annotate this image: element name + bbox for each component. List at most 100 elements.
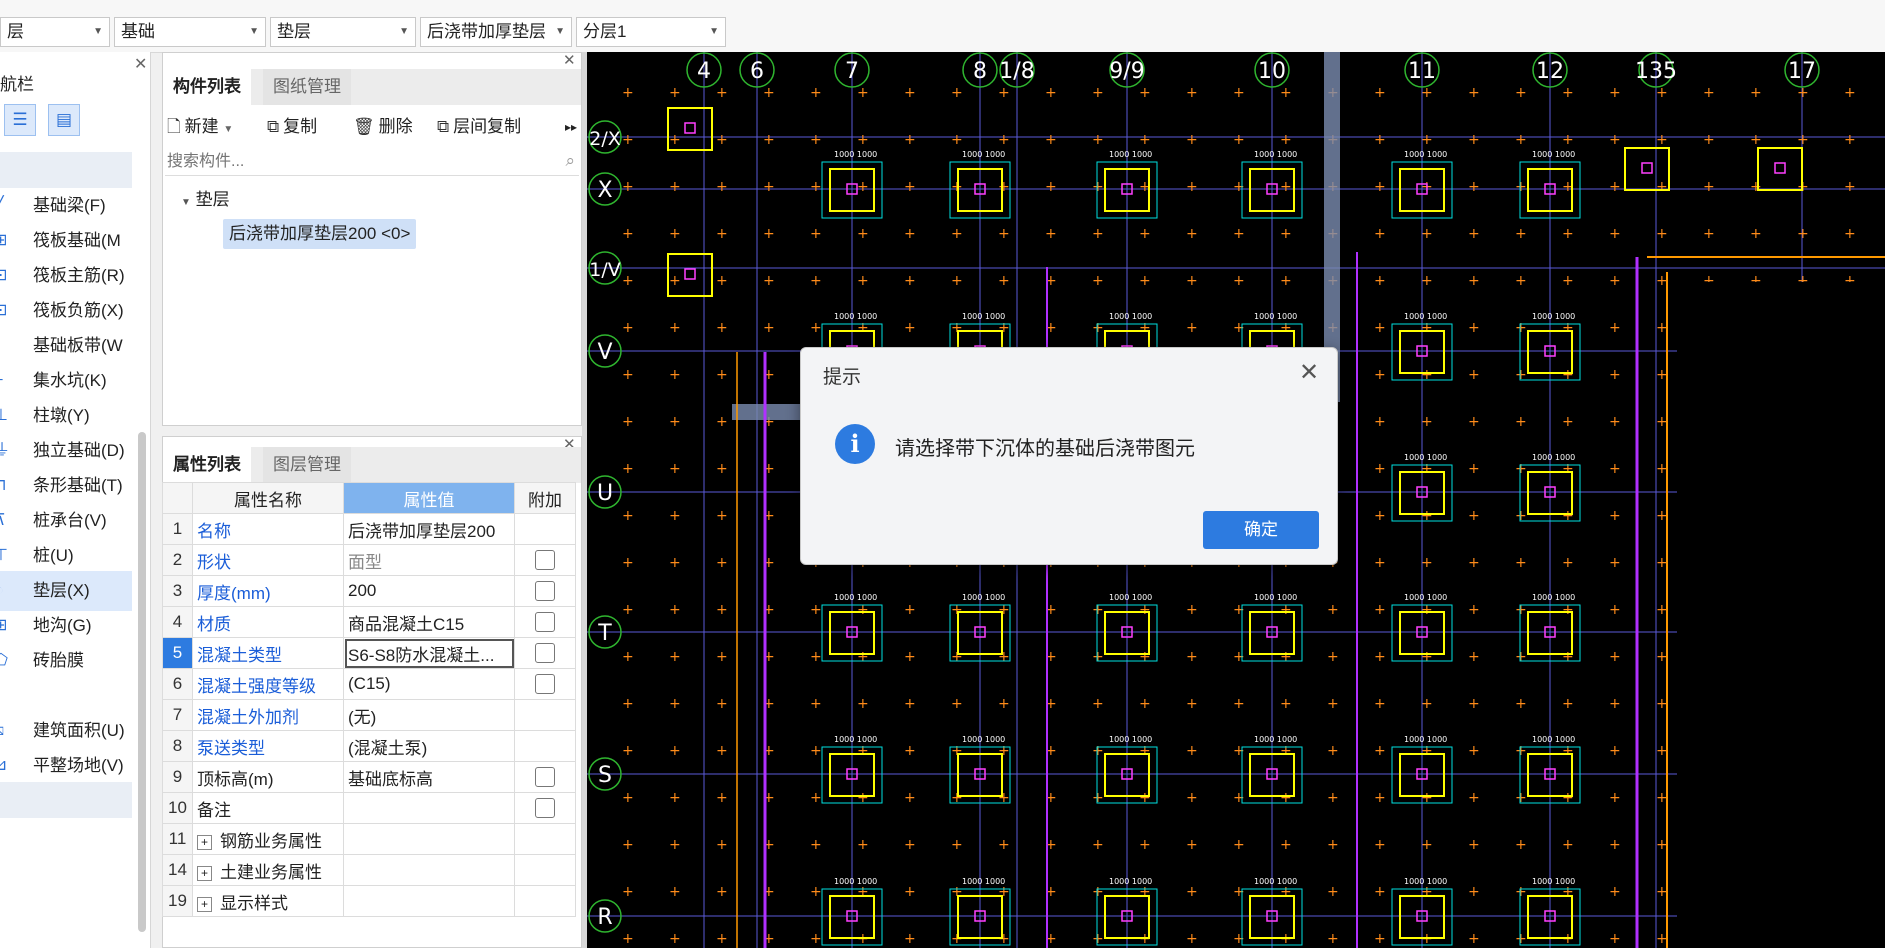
sidebar-item-raft-main-rebar[interactable]: ⊡ 筏板主筋(R) xyxy=(0,256,132,296)
table-row-selected[interactable]: 5 混凝土类型 S6-S8防水混凝土... xyxy=(162,637,576,669)
sidebar-item-trench[interactable]: ⊞ 地沟(G) xyxy=(0,606,132,646)
additional-checkbox[interactable] xyxy=(535,767,555,788)
tab-property-list[interactable]: 属性列表 xyxy=(163,447,251,483)
pile-marker: + xyxy=(1656,931,1668,947)
sidebar-item-building-area[interactable]: ⧅ 建筑面积(U) xyxy=(0,711,132,751)
property-group[interactable]: + 土建业务属性 xyxy=(192,854,344,886)
sidebar-item-isolated-foundation[interactable]: ⏚ 独立基础(D) xyxy=(0,431,132,471)
nav-group-foundation[interactable] xyxy=(0,152,132,188)
sidebar-item-cushion[interactable]: ◐ 垫层(X) xyxy=(0,571,132,611)
tab-drawing-management[interactable]: 图纸管理 xyxy=(263,69,351,105)
copy-button[interactable]: ⧉ 复制 xyxy=(267,107,317,147)
property-value[interactable]: 200 xyxy=(343,575,515,607)
sublayer-dropdown[interactable]: 分层1 ▼ xyxy=(576,17,726,47)
property-value[interactable]: 面型 xyxy=(343,544,515,576)
property-value[interactable]: (无) xyxy=(343,699,515,731)
component-dropdown-value: 后浇带加厚垫层 xyxy=(427,22,546,41)
pile-marker: + xyxy=(1797,132,1809,148)
property-value[interactable]: (混凝土泵) xyxy=(343,730,515,762)
expand-plus-icon[interactable]: + xyxy=(197,865,212,881)
table-row[interactable]: 19 + 显示样式 xyxy=(162,885,576,917)
pile-marker: + xyxy=(1421,602,1433,618)
category-dropdown[interactable]: 基础 ▼ xyxy=(114,17,266,47)
sidebar-item-strip-foundation[interactable]: ⊓ 条形基础(T) xyxy=(0,466,132,506)
sidebar-item-brick-mold[interactable]: ⬠ 砖胎膜 xyxy=(0,641,132,681)
property-value[interactable] xyxy=(343,792,515,824)
sidebar-item-site-leveling[interactable]: ⊿ 平整场地(V) xyxy=(0,746,132,786)
copy-between-floors-button[interactable]: ⧉ 层间复制 xyxy=(437,107,521,147)
sidebar-item-pile[interactable]: ⊤ 桩(U) xyxy=(0,536,132,576)
tree-group-cushion[interactable]: ▼ 垫层 xyxy=(181,185,230,210)
tab-component-list[interactable]: 构件列表 xyxy=(163,69,251,105)
nav-scrollbar[interactable] xyxy=(138,432,146,932)
table-row[interactable]: 10 备注 xyxy=(162,792,576,824)
property-value xyxy=(343,823,515,855)
nav-group-other[interactable] xyxy=(0,782,132,818)
table-row[interactable]: 14 + 土建业务属性 xyxy=(162,854,576,886)
additional-checkbox[interactable] xyxy=(535,798,555,819)
pile-marker: + xyxy=(1468,743,1480,759)
property-value[interactable]: (C15) xyxy=(343,668,515,700)
additional-checkbox[interactable] xyxy=(535,550,555,571)
detail-view-icon[interactable]: ▤ xyxy=(48,104,80,136)
sidebar-item-foundation-strip[interactable]: ⫿ 基础板带(W xyxy=(0,326,132,366)
pile-marker: + xyxy=(1609,837,1621,853)
property-value[interactable]: 商品混凝土C15 xyxy=(343,606,515,638)
expand-plus-icon[interactable]: + xyxy=(197,896,212,912)
trash-icon: 🗑 xyxy=(353,117,375,136)
pile-marker: + xyxy=(622,461,634,477)
expand-arrow-icon[interactable]: ▼ xyxy=(181,197,191,208)
property-value[interactable]: 后浇带加厚垫层200 xyxy=(343,513,515,545)
table-row[interactable]: 3 厚度(mm) 200 xyxy=(162,575,576,607)
table-row[interactable]: 9 顶标高(m) 基础底标高 xyxy=(162,761,576,793)
sidebar-item-foundation-beam[interactable]: ╱ 基础梁(F) xyxy=(0,186,132,226)
header-additional: 附加 xyxy=(514,482,576,514)
row-index: 14 xyxy=(162,854,193,886)
property-group[interactable]: + 钢筋业务属性 xyxy=(192,823,344,855)
property-group[interactable]: + 显示样式 xyxy=(192,885,344,917)
table-row[interactable]: 6 混凝土强度等级 (C15) xyxy=(162,668,576,700)
sidebar-item-column-pier[interactable]: ⊥ 柱墩(Y) xyxy=(0,396,132,436)
sidebar-item-raft-foundation[interactable]: ⊞ 筏板基础(M xyxy=(0,221,132,261)
close-icon[interactable]: ✕ xyxy=(563,51,576,69)
delete-button[interactable]: 🗑 删除 xyxy=(353,107,413,147)
pile-marker: + xyxy=(1421,790,1433,806)
additional-checkbox[interactable] xyxy=(535,612,555,633)
floor-dropdown[interactable]: 层 ▼ xyxy=(0,17,110,47)
pile-marker: + xyxy=(998,273,1010,289)
additional-checkbox[interactable] xyxy=(535,643,555,664)
footing-label: 1000 1000 xyxy=(962,150,1005,159)
tree-item-selected[interactable]: 后浇带加厚垫层200 <0> xyxy=(223,219,417,249)
table-row[interactable]: 8 泵送类型 (混凝土泵) xyxy=(162,730,576,762)
dialog-close-icon[interactable]: ✕ xyxy=(1299,358,1319,387)
additional-checkbox[interactable] xyxy=(535,581,555,602)
table-row[interactable]: 2 形状 面型 xyxy=(162,544,576,576)
table-row[interactable]: 11 + 钢筋业务属性 xyxy=(162,823,576,855)
property-value[interactable]: 基础底标高 xyxy=(343,761,515,793)
expand-plus-icon[interactable]: + xyxy=(197,834,212,850)
list-view-icon[interactable]: ☰ xyxy=(4,104,36,136)
search-box[interactable]: ⌕ xyxy=(165,149,579,176)
sidebar-item-sump-pit[interactable]: ⌐ 集水坑(K) xyxy=(0,361,132,401)
pile-marker: + xyxy=(1609,743,1621,759)
table-row[interactable]: 7 混凝土外加剂 (无) xyxy=(162,699,576,731)
close-icon[interactable]: ✕ xyxy=(134,54,147,74)
new-button-label: 新建 xyxy=(184,117,219,136)
sidebar-item-raft-negative-rebar[interactable]: ⊡ 筏板负筋(X) xyxy=(0,291,132,331)
table-row[interactable]: 4 材质 商品混凝土C15 xyxy=(162,606,576,638)
table-row[interactable]: 1 名称 后浇带加厚垫层200 xyxy=(162,513,576,545)
tab-layer-management[interactable]: 图层管理 xyxy=(263,447,351,483)
search-icon[interactable]: ⌕ xyxy=(565,151,575,171)
component-dropdown[interactable]: 后浇带加厚垫层 ▼ xyxy=(420,17,572,47)
property-value-editing[interactable]: S6-S8防水混凝土... xyxy=(343,637,515,669)
component-type-dropdown[interactable]: 垫层 ▼ xyxy=(270,17,416,47)
search-input[interactable] xyxy=(165,149,539,175)
sidebar-item-pile-cap[interactable]: ⊼ 桩承台(V) xyxy=(0,501,132,541)
pile-marker: + xyxy=(1421,884,1433,900)
ok-button[interactable]: 确定 xyxy=(1203,511,1319,549)
pile-marker: + xyxy=(716,132,728,148)
additional-checkbox[interactable] xyxy=(535,674,555,695)
new-button[interactable]: 🗋 新建 ▼ xyxy=(167,107,233,147)
pile-marker: + xyxy=(857,649,869,665)
more-icon[interactable]: ▸▸ xyxy=(565,107,577,147)
